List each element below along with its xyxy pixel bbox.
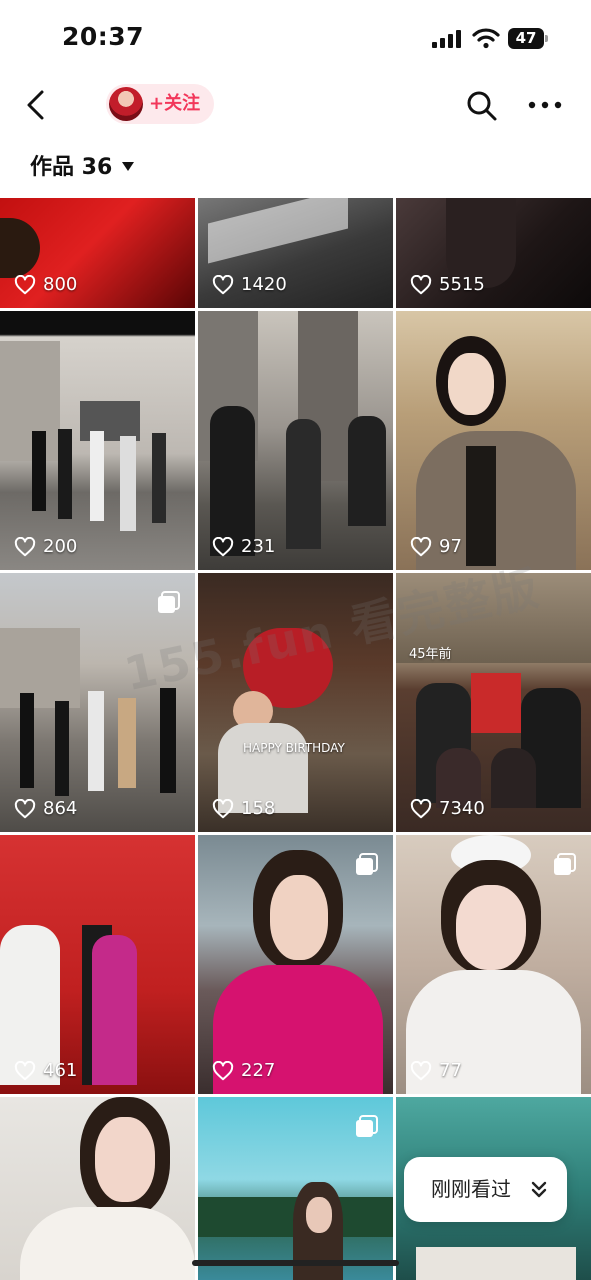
search-icon[interactable] xyxy=(466,90,498,122)
video-overlay-text: HAPPY BIRTHDAY xyxy=(243,741,345,755)
more-dots-icon[interactable] xyxy=(527,98,563,112)
recently-viewed-label: 刚刚看过 xyxy=(431,1177,511,1201)
works-dropdown[interactable]: 作品 36 xyxy=(30,148,135,188)
heart-icon xyxy=(14,799,36,819)
heart-icon xyxy=(410,537,432,557)
video-tile[interactable]: 800 xyxy=(0,198,195,308)
heart-icon xyxy=(410,799,432,819)
multi-image-icon xyxy=(554,853,576,875)
heart-icon xyxy=(212,1061,234,1081)
signal-icon xyxy=(432,30,461,48)
like-count: 1420 xyxy=(212,274,287,296)
video-tile[interactable]: 864 xyxy=(0,573,195,832)
like-count: 158 xyxy=(212,798,275,820)
heart-icon xyxy=(212,537,234,557)
heart-icon xyxy=(212,275,234,295)
like-count: 5515 xyxy=(410,274,485,296)
heart-icon xyxy=(410,1061,432,1081)
like-count: 227 xyxy=(212,1060,275,1082)
heart-icon xyxy=(14,537,36,557)
heart-icon xyxy=(14,1061,36,1081)
video-tile[interactable] xyxy=(198,1097,393,1280)
battery-level: 47 xyxy=(508,28,544,49)
like-count: 231 xyxy=(212,536,275,558)
home-indicator[interactable] xyxy=(192,1260,399,1266)
like-count: 461 xyxy=(14,1060,77,1082)
video-tile[interactable]: 77 xyxy=(396,835,591,1094)
like-count: 7340 xyxy=(410,798,485,820)
multi-image-icon xyxy=(356,853,378,875)
chevron-double-down-icon xyxy=(531,1181,547,1198)
like-count: 77 xyxy=(410,1060,462,1082)
video-tile[interactable]: 231 xyxy=(198,311,393,570)
works-label: 作品 36 xyxy=(30,155,113,180)
like-count: 864 xyxy=(14,798,77,820)
video-tile[interactable] xyxy=(0,1097,195,1280)
heart-icon xyxy=(14,275,36,295)
recently-viewed-button[interactable]: 刚刚看过 xyxy=(404,1157,567,1222)
multi-image-icon xyxy=(356,1115,378,1137)
wifi-icon xyxy=(472,28,500,49)
video-tile[interactable]: 227 xyxy=(198,835,393,1094)
video-tile[interactable]: 200 xyxy=(0,311,195,570)
battery-tip xyxy=(545,35,548,42)
like-count: 800 xyxy=(14,274,77,296)
avatar[interactable] xyxy=(109,87,143,121)
follow-chip[interactable]: +关注 xyxy=(106,84,214,124)
heart-icon xyxy=(410,275,432,295)
video-tile[interactable]: 1420 xyxy=(198,198,393,308)
follow-button[interactable]: +关注 xyxy=(149,84,200,124)
nav-bar: +关注 xyxy=(0,78,591,132)
status-bar: 20:37 47 xyxy=(0,0,591,78)
caret-down-icon xyxy=(122,161,135,171)
video-tile[interactable]: 5515 xyxy=(396,198,591,308)
status-time: 20:37 xyxy=(62,22,145,51)
video-grid: 800 1420 5515 200 231 97 864 HAPPY BIRTH… xyxy=(0,198,591,1280)
multi-image-icon xyxy=(158,591,180,613)
video-tile[interactable]: 461 xyxy=(0,835,195,1094)
back-arrow-icon[interactable] xyxy=(20,86,54,124)
video-overlay-text: 45年前 xyxy=(409,647,452,662)
heart-icon xyxy=(212,799,234,819)
video-tile[interactable]: 97 xyxy=(396,311,591,570)
like-count: 200 xyxy=(14,536,77,558)
like-count: 97 xyxy=(410,536,462,558)
battery-icon: 47 xyxy=(508,28,548,49)
